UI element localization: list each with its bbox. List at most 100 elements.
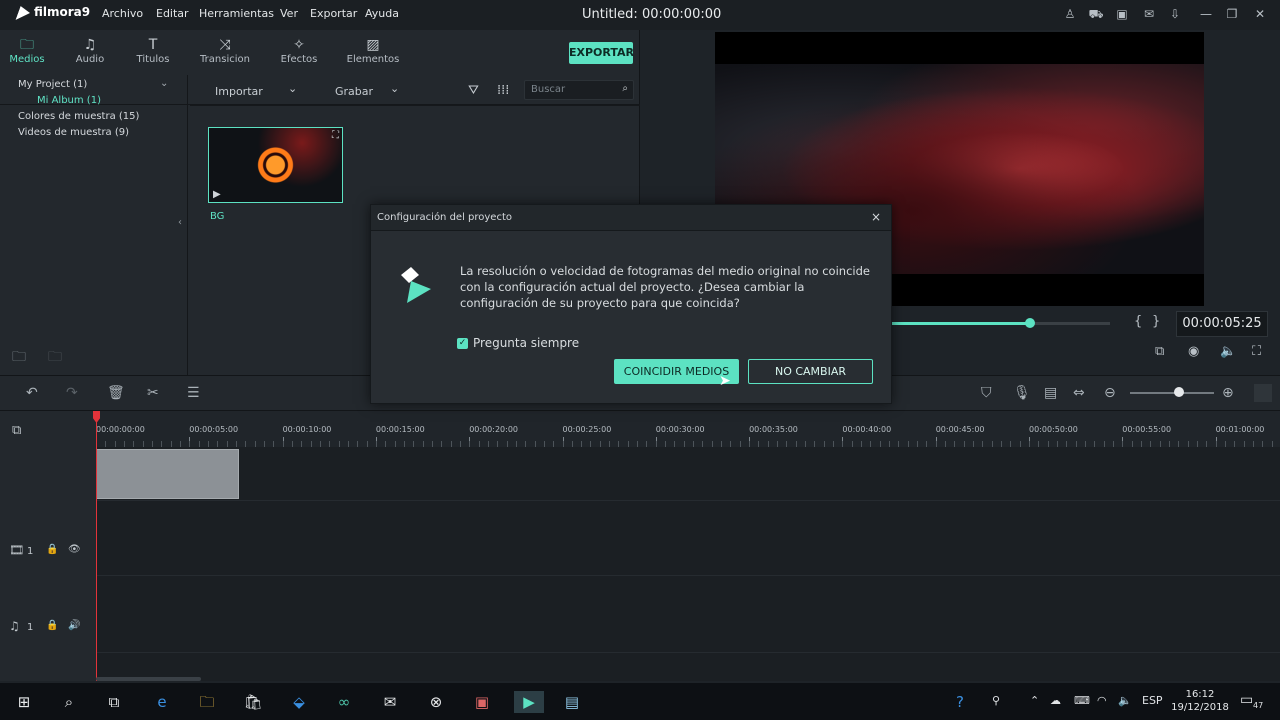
seek-handle[interactable] xyxy=(1024,318,1035,328)
close-icon[interactable]: ✕ xyxy=(1252,6,1268,22)
zoom-slider-handle[interactable] xyxy=(1174,387,1184,397)
save-icon[interactable]: ▣ xyxy=(1114,6,1130,22)
tree-item-album[interactable]: Mi Album (1) xyxy=(37,95,101,106)
mail-icon[interactable]: ✉ xyxy=(378,691,402,713)
zoom-slider[interactable] xyxy=(1130,392,1214,394)
media-thumbnail[interactable]: ⛶ ▶ xyxy=(208,127,343,203)
redo-icon[interactable]: ↷ xyxy=(66,385,78,401)
zoom-in-icon[interactable]: ⊕ xyxy=(1222,385,1234,401)
timeline-clip[interactable] xyxy=(96,449,239,499)
dialog-close-icon[interactable]: × xyxy=(871,210,881,224)
tab-elementos[interactable]: ▨ Elementos xyxy=(343,36,403,65)
system-clock[interactable]: 16:12 19/12/2018 xyxy=(1170,688,1230,714)
timeline-settings-icon[interactable] xyxy=(1254,384,1272,402)
search-icon[interactable]: ⌕ xyxy=(57,691,81,713)
tab-audio[interactable]: ♫ Audio xyxy=(60,36,120,65)
tree-item-videos[interactable]: Videos de muestra (9) xyxy=(18,127,129,138)
microphone-icon[interactable]: 🎙 xyxy=(1013,385,1031,401)
mark-in-icon[interactable]: { xyxy=(1134,314,1142,329)
store-icon[interactable]: 🛍 xyxy=(241,691,265,713)
mark-out-icon[interactable]: } xyxy=(1152,314,1160,329)
search-input[interactable]: Buscar ⌕ xyxy=(524,80,634,100)
menu-exportar[interactable]: Exportar xyxy=(310,7,357,20)
snapshot-icon[interactable]: ◉ xyxy=(1188,344,1199,359)
wifi-icon[interactable]: ◠ xyxy=(1097,694,1107,707)
filter-icon[interactable]: ⛛ xyxy=(468,83,479,98)
remove-folder-icon[interactable]: 🗀 xyxy=(48,346,62,370)
import-dropdown[interactable]: Importar xyxy=(215,85,263,98)
video-type-icon: ▶ xyxy=(213,189,221,200)
cut-icon[interactable]: ✂ xyxy=(147,385,159,401)
help-icon[interactable]: ? xyxy=(948,691,972,713)
new-folder-icon[interactable]: 🗀 xyxy=(12,346,26,370)
menu-ver[interactable]: Ver xyxy=(280,7,298,20)
title-bar: filmora9 Archivo Editar Herramientas Ver… xyxy=(0,0,1280,30)
marker-icon[interactable]: ⛉ xyxy=(981,385,992,401)
keyboard-icon[interactable]: ⌨ xyxy=(1074,694,1090,707)
always-ask-checkbox[interactable]: ✓ xyxy=(457,338,468,349)
collapse-panel-icon[interactable]: ‹ xyxy=(178,217,182,228)
tree-item-colors[interactable]: Colores de muestra (15) xyxy=(18,111,139,122)
tab-titulos[interactable]: T Titulos xyxy=(123,36,183,65)
download-icon[interactable]: ⇩ xyxy=(1167,6,1183,22)
account-icon[interactable]: ♙ xyxy=(1062,6,1078,22)
fit-timeline-icon[interactable]: ⇔ xyxy=(1073,385,1085,401)
menu-herramientas[interactable]: Herramientas xyxy=(199,7,274,20)
menu-archivo[interactable]: Archivo xyxy=(102,7,143,20)
photos-icon[interactable]: ▣ xyxy=(470,691,494,713)
record-chevron-icon[interactable]: ⌄ xyxy=(390,82,399,95)
timeline-ruler[interactable]: 00:00:00:00 00:00:05:00 00:00:10:00 00:00:1… xyxy=(96,411,1280,447)
fullscreen-preview-icon[interactable]: ⛶ xyxy=(1252,344,1261,359)
timeline-scrollbar[interactable] xyxy=(96,677,201,681)
edge-icon[interactable]: e xyxy=(150,691,174,713)
mail-icon[interactable]: ✉ xyxy=(1141,6,1157,22)
audio-lock-icon[interactable]: 🔒 xyxy=(46,620,58,631)
render-preview-icon[interactable]: ⧉ xyxy=(1155,344,1164,359)
file-explorer-icon[interactable]: 🗀 xyxy=(195,691,219,713)
timeline-tracks[interactable] xyxy=(96,447,1280,681)
cart-icon[interactable]: ⛟ xyxy=(1088,6,1104,22)
dropbox-icon[interactable]: ⬙ xyxy=(287,691,311,713)
fullscreen-icon[interactable]: ⛶ xyxy=(332,130,339,141)
notifications-icon[interactable]: ▭ xyxy=(1240,692,1253,708)
import-chevron-icon[interactable]: ⌄ xyxy=(288,82,297,95)
zoom-out-icon[interactable]: ⊖ xyxy=(1104,385,1116,401)
tree-item-project[interactable]: My Project (1) xyxy=(18,79,87,90)
tab-efectos[interactable]: ✧ Efectos xyxy=(269,36,329,65)
menu-ayuda[interactable]: Ayuda xyxy=(365,7,399,20)
filmora-taskbar-icon[interactable]: ▶ xyxy=(514,691,544,713)
always-ask-label[interactable]: Pregunta siempre xyxy=(473,336,579,350)
preview-timecode: 00:00:05:25 xyxy=(1176,311,1268,337)
language-indicator[interactable]: ESP xyxy=(1142,694,1163,707)
delete-icon[interactable]: 🗑 xyxy=(107,385,125,401)
tab-medios[interactable]: 🗀 Medios xyxy=(0,36,57,65)
voiceover-icon[interactable]: ▤ xyxy=(1044,385,1057,401)
volume-icon[interactable]: 🔈 xyxy=(1220,344,1236,359)
menu-editar[interactable]: Editar xyxy=(156,7,189,20)
minimize-icon[interactable]: — xyxy=(1198,6,1214,22)
chevron-down-icon[interactable]: ⌄ xyxy=(160,78,168,89)
audio-mute-icon[interactable]: 🔊 xyxy=(68,620,80,631)
tab-transicion[interactable]: ⤨ Transicion xyxy=(195,36,255,65)
add-track-icon[interactable]: ⧉ xyxy=(12,423,21,438)
playhead[interactable] xyxy=(96,411,97,681)
speaker-icon[interactable]: 🔈 xyxy=(1118,694,1132,707)
undo-icon[interactable]: ↶ xyxy=(26,385,38,401)
keep-settings-button[interactable]: NO CAMBIAR xyxy=(748,359,873,384)
export-button[interactable]: EXPORTAR xyxy=(569,42,634,64)
record-dropdown[interactable]: Grabar xyxy=(335,85,373,98)
cloud-icon[interactable]: ☁ xyxy=(1050,694,1061,707)
adjust-icon[interactable]: ☰ xyxy=(187,385,200,401)
tray-chevron-icon[interactable]: ⌃ xyxy=(1030,694,1039,707)
infinity-icon[interactable]: ∞ xyxy=(332,691,356,713)
maximize-icon[interactable]: ❐ xyxy=(1224,6,1240,22)
grid-view-icon[interactable]: ⁞⁞⁞ xyxy=(497,83,509,98)
people-icon[interactable]: ⚲ xyxy=(992,694,1000,707)
video-lock-icon[interactable]: 🔒 xyxy=(46,544,58,555)
xbox-icon[interactable]: ⊗ xyxy=(424,691,448,713)
preview-seek-bar[interactable] xyxy=(880,318,1110,328)
windows-start-icon[interactable]: ⊞ xyxy=(12,691,36,713)
video-visibility-icon[interactable]: 👁 xyxy=(68,544,81,555)
notepad-icon[interactable]: ▤ xyxy=(560,691,584,713)
task-view-icon[interactable]: ⧉ xyxy=(102,691,126,713)
